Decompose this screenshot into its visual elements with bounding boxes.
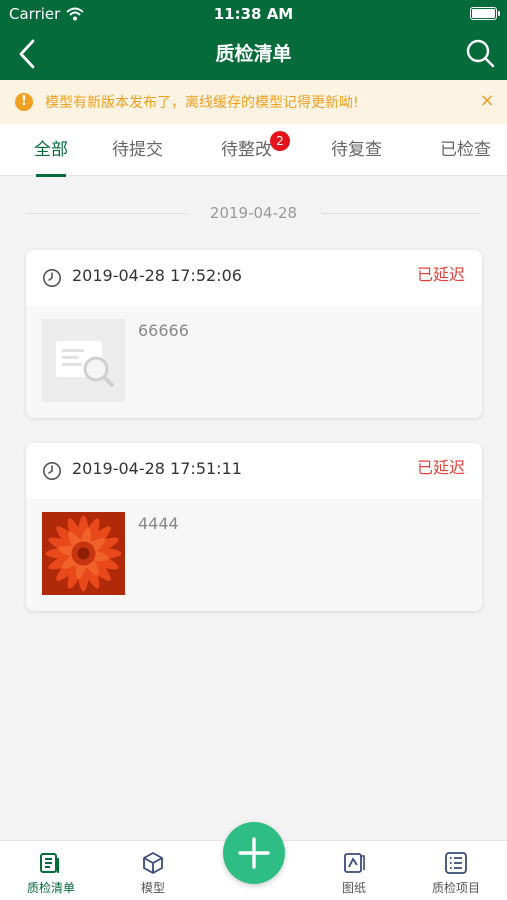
tab-label: 待提交	[112, 140, 163, 160]
delayed-status: 已延迟	[416, 458, 465, 477]
tab-label: 全部	[34, 140, 68, 160]
divider-line	[321, 213, 481, 214]
card-description: 66666	[138, 321, 189, 340]
status-time: 11:38 AM	[213, 5, 294, 23]
tab-label: 待整改	[221, 140, 272, 160]
card-body: 4444	[26, 499, 482, 611]
tabbar-item-model[interactable]: 模型	[113, 851, 193, 896]
tab-checked[interactable]: 已检查	[440, 124, 491, 176]
notice-text: 模型有新版本发布了，离线缓存的模型记得更新呦!	[45, 95, 359, 111]
tab-label: 待复查	[331, 140, 382, 160]
drawing-icon	[344, 853, 365, 873]
tab-label: 已检查	[440, 140, 491, 160]
nav-bar: 质检清单	[0, 28, 507, 80]
page-title: 质检清单	[215, 43, 292, 65]
card-header: 2019-04-28 17:51:11 已延迟	[26, 443, 482, 499]
document-search-placeholder-image	[42, 319, 125, 402]
checklist-icon	[40, 853, 60, 874]
tabbar-item-drawing[interactable]: 图纸	[314, 851, 394, 896]
delayed-status: 已延迟	[416, 265, 465, 284]
tabbar-item-checklist[interactable]: 质检清单	[11, 851, 91, 896]
tab-pending-submit[interactable]: 待提交	[112, 124, 163, 176]
inspection-card[interactable]: 2019-04-28 17:52:06 已延迟 66666	[26, 250, 482, 418]
tabbar-label: 模型	[140, 881, 165, 895]
search-icon[interactable]	[465, 38, 495, 68]
plus-icon	[238, 837, 270, 869]
battery-icon	[470, 7, 500, 20]
card-body: 66666	[26, 306, 482, 418]
update-notice-banner: ! 模型有新版本发布了，离线缓存的模型记得更新呦! ×	[0, 80, 507, 124]
card-header: 2019-04-28 17:52:06 已延迟	[26, 250, 482, 306]
close-icon[interactable]: ×	[477, 89, 497, 113]
list-icon	[445, 852, 467, 874]
status-bar: Carrier 11:38 AM	[0, 0, 507, 28]
tabbar-label: 质检项目	[431, 881, 480, 895]
cube-icon	[143, 852, 163, 874]
clock-icon	[43, 269, 61, 287]
status-tabs: 全部 待提交 待整改 2 待复查 已检查	[0, 124, 507, 177]
card-timestamp: 2019-04-28 17:52:06	[72, 266, 242, 285]
inspection-card[interactable]: 2019-04-28 17:51:11 已延迟 4444	[26, 443, 482, 611]
app-header: Carrier 11:38 AM 质检清单	[0, 0, 507, 80]
flower-photo-thumbnail	[42, 512, 125, 595]
info-icon: !	[15, 93, 33, 111]
add-inspection-button[interactable]	[223, 822, 285, 884]
tabbar-label: 质检清单	[26, 881, 75, 895]
tab-pending-rectify[interactable]: 待整改 2	[221, 124, 290, 176]
count-badge: 2	[270, 131, 290, 151]
tabbar-item-projects[interactable]: 质检项目	[416, 851, 496, 896]
clock-icon	[43, 462, 61, 480]
tab-pending-review[interactable]: 待复查	[331, 124, 382, 176]
tab-all[interactable]: 全部	[34, 124, 68, 177]
date-divider: 2019-04-28	[26, 202, 481, 226]
card-description: 4444	[138, 514, 179, 533]
card-timestamp: 2019-04-28 17:51:11	[72, 459, 242, 478]
tabbar-label: 图纸	[341, 881, 366, 895]
